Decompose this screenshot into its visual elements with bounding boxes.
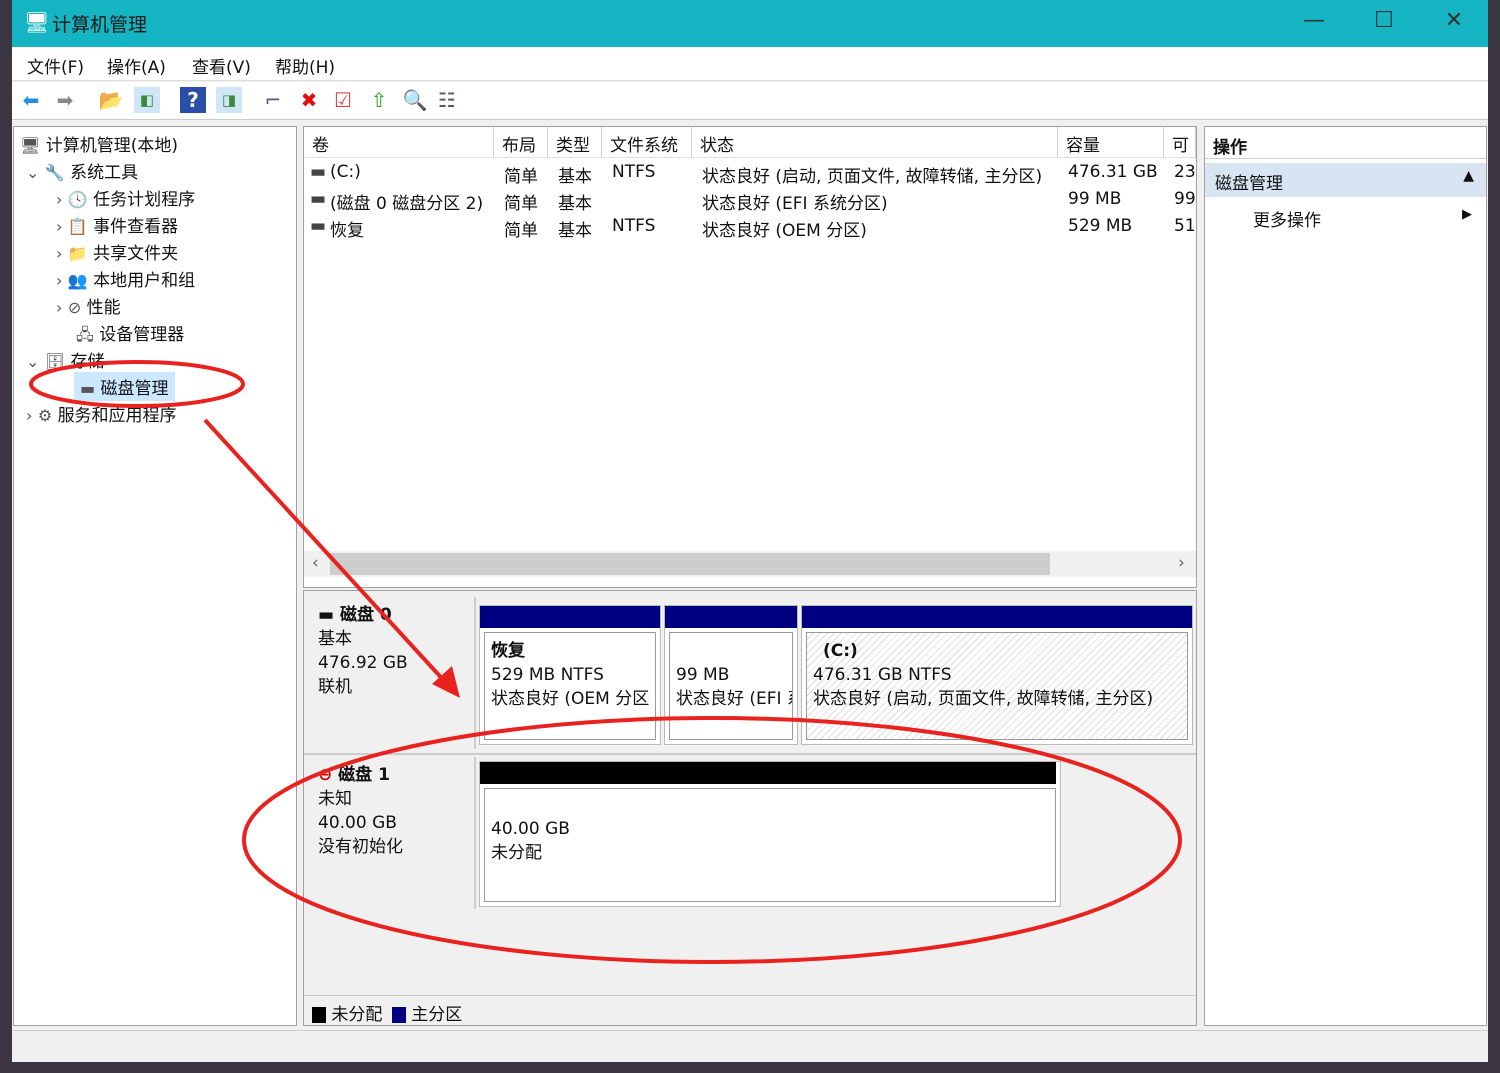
annotation-overlay xyxy=(29,360,1182,964)
annotation-ellipse-disk-management xyxy=(29,360,245,408)
annotation-arrow-line xyxy=(203,418,450,687)
annotation-ellipse-disk-1 xyxy=(242,716,1182,964)
